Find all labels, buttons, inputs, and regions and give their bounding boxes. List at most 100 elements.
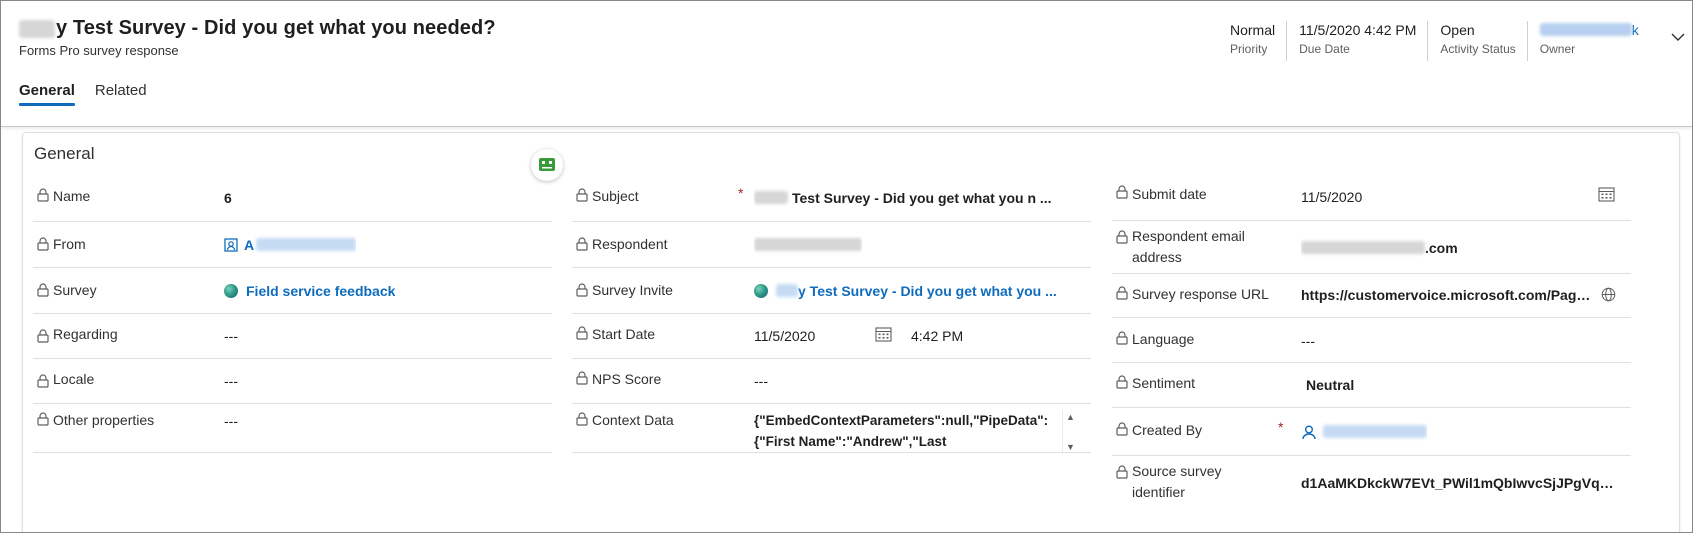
bot-icon <box>539 158 555 171</box>
bot-assistant-button[interactable] <box>531 149 563 181</box>
general-section: General Name 6 From A Survey Field servi… <box>22 132 1680 532</box>
survey-invite-lookup[interactable]: y Test Survey - Did you get what you ... <box>754 281 1080 301</box>
start-date-label: Start Date <box>592 326 656 342</box>
respondent-email-label: Respondent email address <box>1132 226 1245 268</box>
respondent-email-value[interactable]: .com <box>1301 238 1458 258</box>
tab-general[interactable]: General <box>19 82 75 106</box>
field-locale: Locale --- <box>33 359 552 404</box>
subject-value[interactable]: Test Survey - Did you get what you n ... <box>754 188 1080 208</box>
tab-related[interactable]: Related <box>95 82 147 106</box>
field-context-data: Context Data {"EmbedContextParameters":n… <box>572 404 1091 454</box>
scroll-down-icon[interactable]: ▼ <box>1066 442 1075 452</box>
header-field-priority[interactable]: Normal Priority <box>1219 21 1286 61</box>
header-field-due-date[interactable]: 11/5/2020 4:42 PM Due Date <box>1286 21 1427 61</box>
due-date-value: 11/5/2020 4:42 PM <box>1299 22 1417 38</box>
field-from: From A <box>33 222 552 268</box>
field-survey-response-url: Survey response URL https://customervoic… <box>1112 274 1631 318</box>
scroll-up-icon[interactable]: ▲ <box>1066 412 1075 422</box>
context-data-label: Context Data <box>592 412 674 428</box>
other-properties-value[interactable]: --- <box>224 411 238 431</box>
required-indicator: * <box>1278 419 1284 435</box>
source-survey-identifier-label: Source survey identifier <box>1132 461 1221 503</box>
from-lookup[interactable]: A <box>224 235 357 255</box>
page-title: y Test Survey - Did you get what you nee… <box>56 17 496 39</box>
redacted-text <box>1539 23 1632 36</box>
header-field-activity-status[interactable]: Open Activity Status <box>1427 21 1526 61</box>
field-regarding: Regarding --- <box>33 314 552 359</box>
context-data-value: {"EmbedContextParameters":null,"PipeData… <box>754 413 1049 449</box>
start-date-value[interactable]: 11/5/2020 <box>754 326 815 346</box>
created-by-lookup[interactable] <box>1301 422 1427 442</box>
locale-value[interactable]: --- <box>224 371 238 391</box>
forms-pro-icon <box>754 284 768 298</box>
lock-icon <box>576 283 588 297</box>
lock-icon <box>37 412 49 426</box>
regarding-value[interactable]: --- <box>224 326 238 346</box>
calendar-icon[interactable] <box>1598 186 1615 202</box>
lock-icon <box>576 412 588 426</box>
lock-icon <box>37 329 49 343</box>
lock-icon <box>1116 331 1128 345</box>
tab-strip: General Related <box>19 82 147 106</box>
lock-icon <box>37 283 49 297</box>
column-left: Name 6 From A Survey Field service feedb… <box>33 173 552 453</box>
context-data-textarea[interactable]: {"EmbedContextParameters":null,"PipeData… <box>754 410 1078 454</box>
field-sentiment: Sentiment Neutral <box>1112 363 1631 408</box>
submit-date-label: Submit date <box>1132 186 1207 202</box>
language-label: Language <box>1132 331 1195 347</box>
lock-icon <box>1116 422 1128 436</box>
subject-label: Subject <box>592 188 639 204</box>
owner-link[interactable]: k <box>1539 21 1639 39</box>
nps-score-value[interactable]: --- <box>754 371 768 391</box>
name-value[interactable]: 6 <box>224 188 232 208</box>
source-survey-identifier-value[interactable]: d1AaMKDkckW7EVt_PWil1mQbIwvcSjJPgVq5P ..… <box>1301 473 1621 493</box>
contact-icon <box>224 238 238 252</box>
survey-invite-label: Survey Invite <box>592 282 673 298</box>
redacted-text <box>19 19 55 38</box>
header-field-owner[interactable]: k Owner <box>1526 21 1650 61</box>
column-right: Submit date 11/5/2020 Respondent email ad… <box>1112 173 1631 506</box>
submit-date-value[interactable]: 11/5/2020 <box>1301 187 1362 207</box>
survey-response-url-value[interactable]: https://customervoice.microsoft.com/Page… <box>1301 285 1593 305</box>
owner-label: Owner <box>1539 42 1576 56</box>
sentiment-value[interactable]: Neutral <box>1306 375 1354 395</box>
required-indicator: * <box>738 185 744 201</box>
globe-icon[interactable] <box>1601 287 1616 302</box>
column-middle: Subject * Test Survey - Did you get what… <box>572 173 1091 454</box>
survey-invite-value: y Test Survey - Did you get what you ... <box>798 283 1057 299</box>
other-properties-label: Other properties <box>53 412 155 428</box>
chevron-down-icon[interactable] <box>1671 30 1685 44</box>
redacted-text <box>776 284 798 297</box>
user-icon <box>1302 425 1316 440</box>
field-created-by: Created By * <box>1112 408 1631 456</box>
created-by-label: Created By <box>1132 422 1203 438</box>
lock-icon <box>1116 465 1128 479</box>
lock-icon <box>37 237 49 251</box>
survey-value: Field service feedback <box>246 283 396 299</box>
lock-icon <box>1116 230 1128 244</box>
field-nps-score: NPS Score --- <box>572 359 1091 404</box>
priority-label: Priority <box>1230 42 1268 56</box>
field-other-properties: Other properties --- <box>33 404 552 453</box>
header-fields: Normal Priority 11/5/2020 4:42 PM Due Da… <box>1219 21 1650 61</box>
form-header: y Test Survey - Did you get what you nee… <box>1 1 1692 127</box>
calendar-icon[interactable] <box>875 326 892 342</box>
respondent-label: Respondent <box>592 236 668 252</box>
owner-value: k <box>1631 22 1639 38</box>
lock-icon <box>576 371 588 385</box>
locale-label: Locale <box>53 371 95 387</box>
name-label: Name <box>53 188 91 204</box>
redacted-text <box>1323 425 1427 438</box>
scrollbar[interactable]: ▲ ▼ <box>1062 410 1078 454</box>
field-start-date: Start Date 11/5/2020 4:42 PM <box>572 314 1091 359</box>
activity-status-value: Open <box>1440 22 1475 38</box>
redacted-text <box>1301 241 1425 254</box>
sentiment-label: Sentiment <box>1132 375 1196 391</box>
from-label: From <box>53 236 86 252</box>
entity-type-label: Forms Pro survey response <box>19 43 179 58</box>
field-submit-date: Submit date 11/5/2020 <box>1112 173 1631 221</box>
language-value[interactable]: --- <box>1301 331 1315 351</box>
start-time-value[interactable]: 4:42 PM <box>911 326 963 346</box>
survey-lookup[interactable]: Field service feedback <box>224 281 395 301</box>
respondent-value[interactable] <box>754 236 862 256</box>
